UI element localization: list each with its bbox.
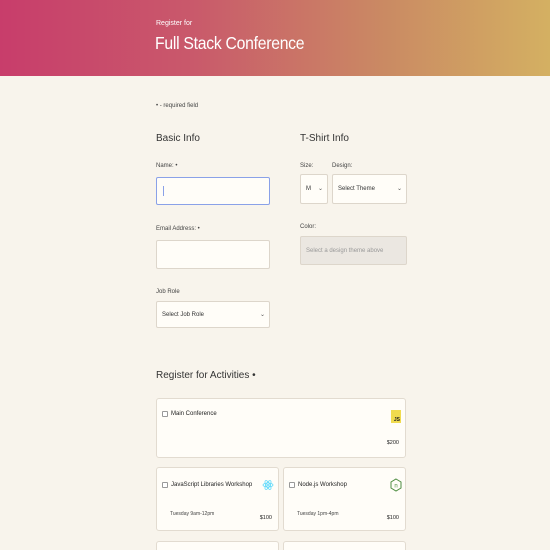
chevron-down-icon: ⌄ (317, 186, 323, 193)
design-selected: Select Theme (338, 186, 375, 192)
svg-text:n: n (394, 484, 397, 490)
tshirt-info-heading: T-Shirt Info (300, 133, 349, 144)
name-label: Name: • (156, 163, 178, 169)
activity-checkbox[interactable] (162, 482, 168, 488)
activity-card[interactable] (156, 541, 279, 550)
activity-price: $200 (386, 440, 399, 446)
color-select[interactable]: Select a design theme above (300, 236, 407, 265)
activity-price: $100 (259, 515, 272, 521)
react-icon (262, 480, 274, 490)
job-role-label: Job Role (156, 289, 180, 295)
js-icon: JS (391, 410, 401, 423)
activity-card-nodejs[interactable]: Node.js Workshop n Tuesday 1pm-4pm $100 (283, 467, 406, 531)
activity-time: Tuesday 9am-12pm (170, 511, 215, 517)
required-field-note: • - required field (156, 103, 199, 109)
chevron-down-icon: ⌄ (396, 186, 402, 193)
activity-title: JavaScript Libraries Workshop (171, 482, 253, 488)
size-select[interactable]: M ⌄ (300, 174, 328, 204)
page-title: Full Stack Conference (155, 33, 305, 53)
activity-card-js-libraries[interactable]: JavaScript Libraries Workshop Tuesday 9a… (156, 467, 279, 531)
activity-time: Tuesday 1pm-4pm (297, 511, 339, 517)
activity-card[interactable] (283, 541, 406, 550)
activity-title: Node.js Workshop (298, 482, 347, 488)
design-label: Design: (332, 163, 353, 169)
design-select[interactable]: Select Theme ⌄ (332, 174, 407, 204)
name-field[interactable] (156, 177, 270, 205)
job-role-selected: Select Job Role (162, 311, 205, 318)
page-header: Register for Full Stack Conference (0, 0, 550, 76)
header-pretitle: Register for (156, 20, 193, 27)
activities-heading: Register for Activities • (156, 370, 256, 381)
activity-price: $100 (386, 515, 399, 521)
email-label: Email Address: • (156, 226, 200, 232)
activity-title: Main Conference (171, 411, 217, 417)
size-label: Size: (300, 163, 314, 169)
text-caret (163, 186, 164, 196)
email-field[interactable] (156, 240, 270, 269)
activity-checkbox[interactable] (289, 482, 295, 488)
chevron-down-icon: ⌄ (259, 311, 265, 318)
activity-checkbox[interactable] (162, 411, 168, 417)
activity-card-main-conference[interactable]: Main Conference JS $200 (156, 398, 406, 458)
job-role-select[interactable]: Select Job Role ⌄ (156, 301, 270, 328)
size-selected: M (306, 186, 311, 192)
color-selected: Select a design theme above (306, 247, 384, 254)
color-label: Color: (300, 224, 317, 230)
basic-info-heading: Basic Info (156, 133, 200, 144)
node-icon: n (390, 478, 402, 492)
